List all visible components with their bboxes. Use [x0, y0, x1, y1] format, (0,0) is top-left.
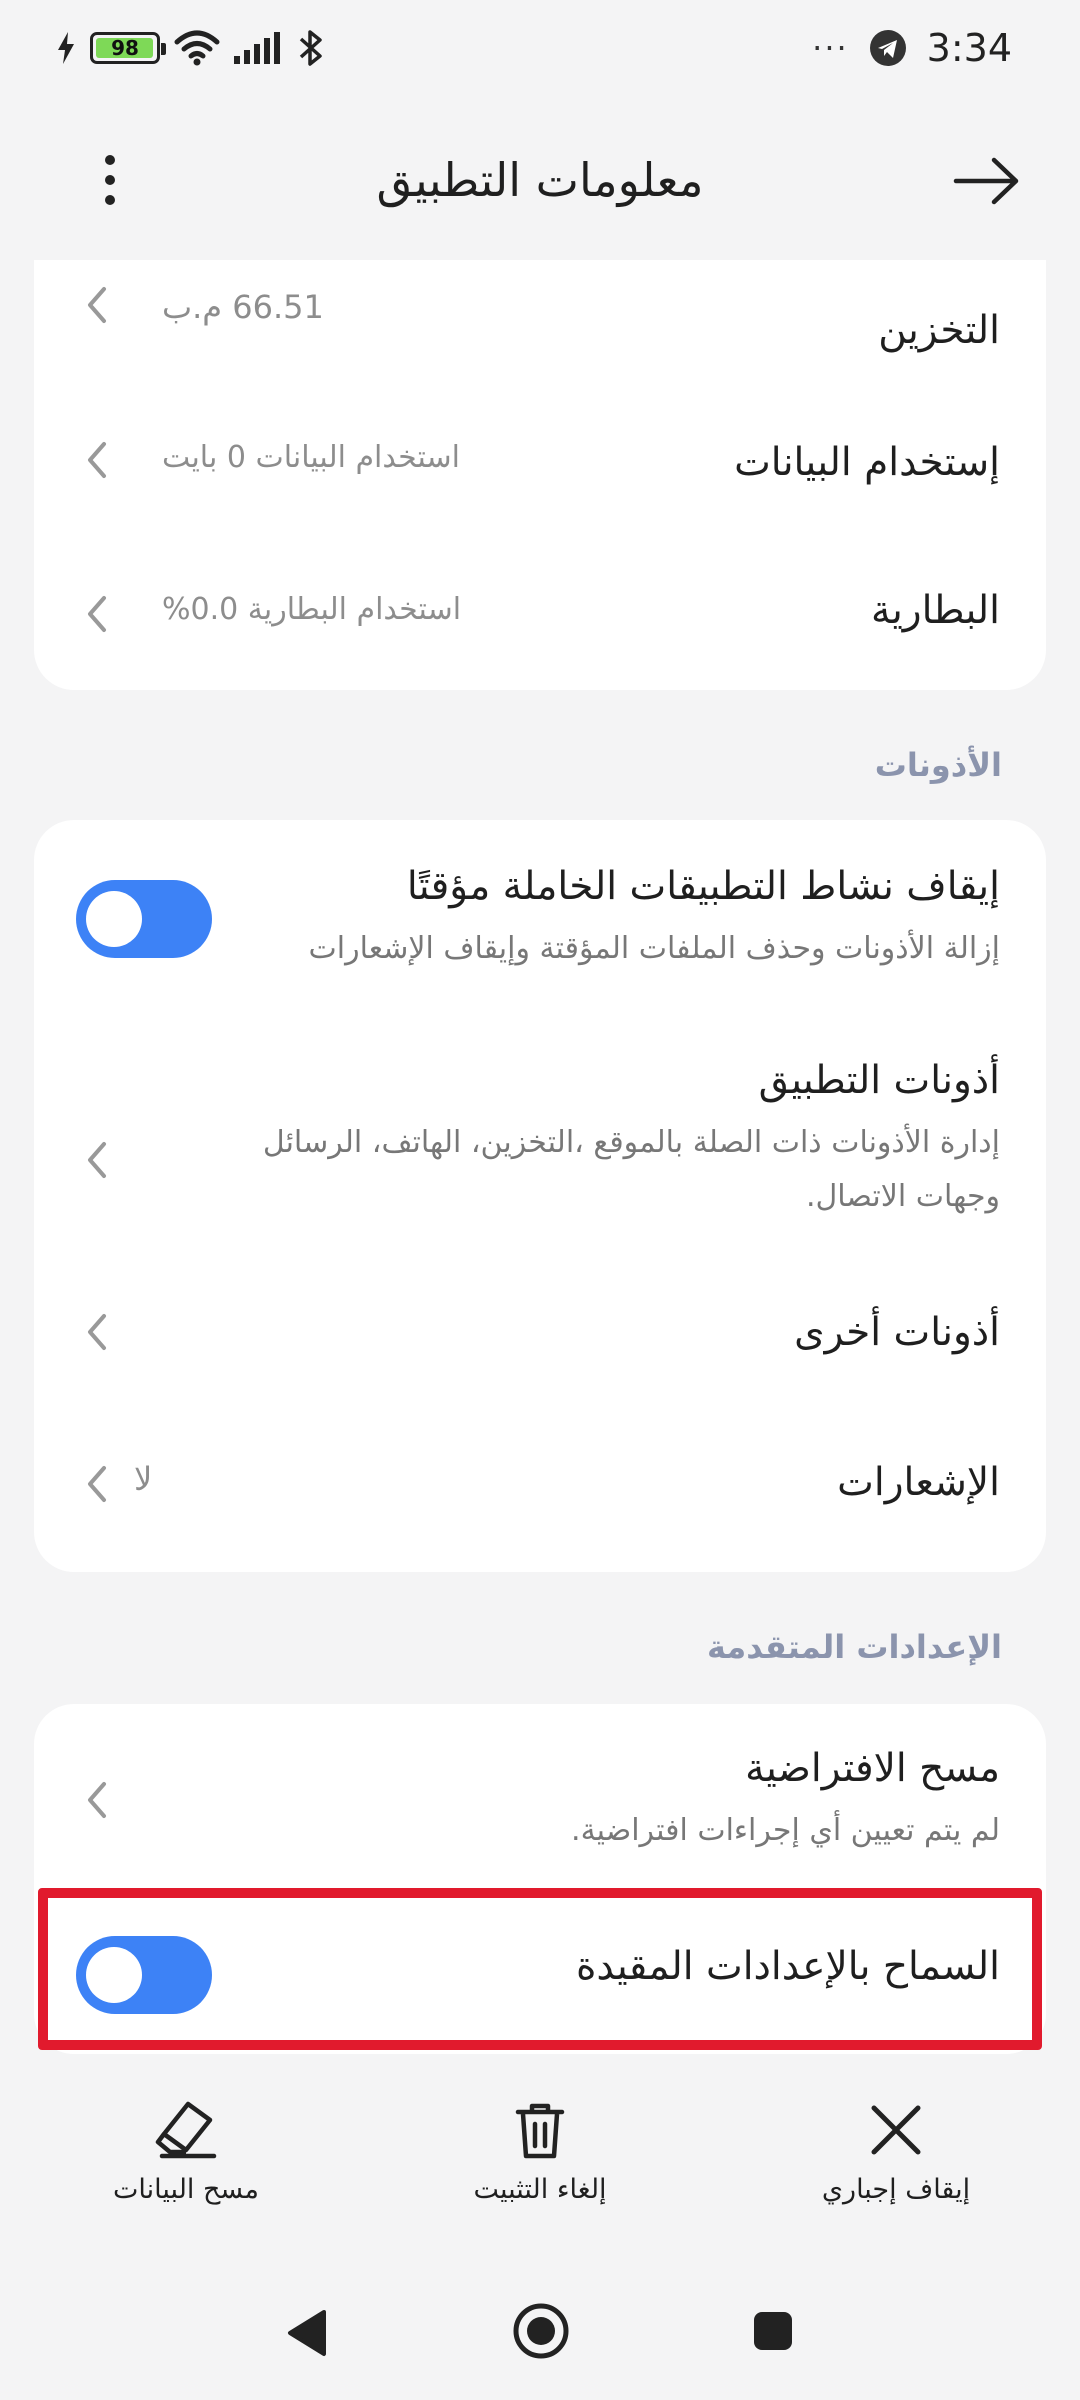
wifi-icon: [174, 30, 220, 66]
data-usage-row[interactable]: إستخدام البيانات استخدام البيانات 0 بايت: [34, 410, 1046, 560]
system-nav-bar: [0, 2290, 1080, 2370]
data-usage-title: إستخدام البيانات: [734, 440, 1000, 485]
charging-icon: [58, 32, 74, 64]
pause-activity-subtitle: إزالة الأذونات وحذف الملفات المؤقتة وإيق…: [308, 931, 1000, 966]
clear-defaults-row[interactable]: مسح الافتراضية لم يتم تعيين أي إجراءات ا…: [34, 1704, 1046, 1889]
force-stop-label: إيقاف إجباري: [821, 2174, 971, 2205]
toggle-knob: [86, 891, 142, 947]
notifications-title: الإشعارات: [837, 1460, 1000, 1505]
bottom-action-bar: إيقاف إجباري إلغاء التثبيت مسح البيانات: [0, 2100, 1080, 2240]
eraser-icon: [155, 2101, 217, 2159]
uninstall-button[interactable]: إلغاء التثبيت: [410, 2100, 670, 2240]
storage-row[interactable]: التخزين 66.51 م.ب: [34, 260, 1046, 410]
clear-defaults-title: مسح الافتراضية: [745, 1746, 1000, 1791]
other-permissions-title: أذونات أخرى: [794, 1310, 1000, 1355]
clear-data-label: مسح البيانات: [113, 2174, 259, 2205]
app-permissions-title: أذونات التطبيق: [758, 1058, 1000, 1103]
app-permissions-subtitle-line1: إدارة الأذونات ذات الصلة بالموقع ،التخزي…: [262, 1125, 1000, 1160]
pause-activity-toggle[interactable]: [76, 880, 212, 958]
force-stop-button[interactable]: إيقاف إجباري: [766, 2100, 1026, 2240]
status-icons-right: ··· 3:34: [812, 26, 1012, 70]
chevron-left-icon: [88, 1314, 106, 1350]
signal-icon: [234, 32, 280, 64]
trash-icon: [515, 2103, 565, 2159]
nav-recents-icon[interactable]: [752, 2310, 794, 2352]
page-title: معلومات التطبيق: [376, 153, 704, 207]
bluetooth-icon: [299, 30, 322, 66]
telegram-icon: [869, 30, 906, 66]
battery-title: البطارية: [871, 588, 1000, 633]
highlight-frame: [38, 1888, 1042, 2050]
advanced-section-label: الإعدادات المتقدمة: [706, 1628, 1002, 1666]
status-bar: 98 ··· 3:34: [0, 0, 1080, 100]
battery-row[interactable]: البطارية استخدام البطارية 0.0%: [34, 560, 1046, 690]
permissions-card: إيقاف نشاط التطبيقات الخاملة مؤقتًا إزال…: [34, 820, 1046, 1572]
nav-home-icon[interactable]: [512, 2302, 570, 2360]
notifications-value: لا: [134, 1460, 153, 1498]
battery-icon: 98: [90, 32, 166, 64]
other-permissions-row[interactable]: أذونات أخرى: [34, 1260, 1046, 1410]
permissions-section-label: الأذونات: [874, 746, 1002, 784]
battery-value: استخدام البطارية 0.0%: [162, 592, 462, 627]
battery-level: 98: [111, 36, 139, 60]
app-permissions-row[interactable]: أذونات التطبيق إدارة الأذونات ذات الصلة …: [34, 1020, 1046, 1250]
notifications-row[interactable]: الإشعارات لا: [34, 1410, 1046, 1560]
back-arrow-icon[interactable]: [952, 156, 1022, 206]
clear-defaults-subtitle: لم يتم تعيين أي إجراءات افتراضية.: [571, 1813, 1000, 1848]
chevron-left-icon: [88, 1466, 106, 1502]
chevron-left-icon: [88, 596, 106, 632]
nav-back-icon[interactable]: [284, 2308, 330, 2358]
uninstall-label: إلغاء التثبيت: [473, 2174, 607, 2205]
pause-activity-row[interactable]: إيقاف نشاط التطبيقات الخاملة مؤقتًا إزال…: [34, 820, 1046, 990]
pause-activity-title: إيقاف نشاط التطبيقات الخاملة مؤقتًا: [406, 864, 1000, 909]
storage-title: التخزين: [878, 308, 1000, 353]
app-bar: معلومات التطبيق: [0, 130, 1080, 230]
chevron-left-icon: [88, 1142, 106, 1178]
app-permissions-subtitle-line2: وجهات الاتصال.: [805, 1179, 1000, 1214]
status-icons-left: 98: [56, 26, 326, 70]
more-options-icon[interactable]: [80, 150, 140, 210]
clock: 3:34: [926, 26, 1012, 70]
data-usage-value: استخدام البيانات 0 بايت: [162, 440, 461, 475]
chevron-left-icon: [88, 1782, 106, 1818]
app-info-card: التخزين 66.51 م.ب إستخدام البيانات استخد…: [34, 260, 1046, 690]
clear-data-button[interactable]: مسح البيانات: [56, 2100, 316, 2240]
chevron-left-icon: [88, 442, 106, 478]
chevron-left-icon: [88, 287, 106, 323]
more-notifications-icon: ···: [812, 29, 849, 67]
storage-value: 66.51 م.ب: [162, 288, 324, 326]
close-icon: [871, 2105, 921, 2155]
